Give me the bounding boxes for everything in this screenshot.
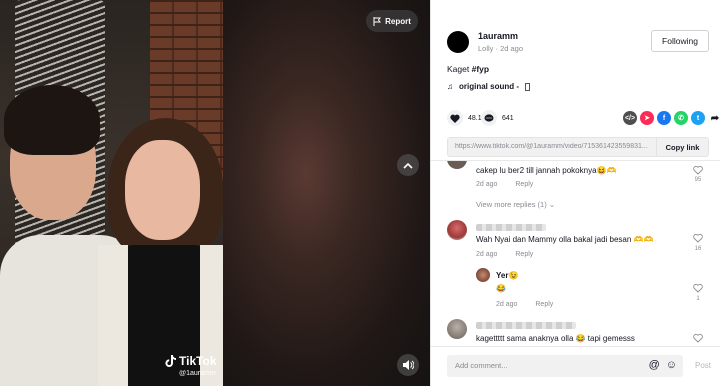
at-mention-icon[interactable]: @ (649, 359, 660, 371)
heart-outline-icon[interactable] (693, 165, 703, 175)
comment-avatar[interactable] (447, 220, 467, 240)
person-right-shirt-left (98, 245, 128, 386)
post-button[interactable]: Post (695, 361, 711, 370)
heart-outline-icon[interactable] (693, 233, 703, 243)
reply-time: 2d ago (496, 301, 518, 308)
emoji-icon[interactable]: ☺ (666, 359, 677, 371)
video-url[interactable]: https://www.tiktok.com/@1auramm/video/71… (455, 143, 650, 150)
speaker-icon (402, 360, 414, 370)
tiktok-watermark: TikTok @1auramm (165, 354, 217, 377)
video-blur-background (223, 0, 430, 386)
comment-count: 641 (502, 114, 514, 122)
reply-author-name[interactable]: Yer😉 (496, 271, 518, 280)
chevron-up-icon (403, 162, 413, 169)
caption-text: Kaget (447, 64, 470, 74)
embed-icon[interactable]: </> (623, 111, 637, 125)
heart-icon (450, 114, 460, 123)
author-avatar[interactable] (447, 31, 469, 53)
report-label: Report (385, 16, 411, 26)
comment-icon (484, 113, 494, 122)
comment-like-count: 16 (694, 246, 702, 252)
comment-text: cakep lu ber2 till jannah pokoknya😆🫶 (476, 166, 617, 175)
comment-placeholder: Add comment... (455, 361, 508, 370)
tiktok-logo-icon (165, 355, 176, 367)
author-username[interactable]: 1auramm (478, 31, 518, 41)
view-more-label: View more replies (1) (476, 200, 547, 209)
video-link-row: https://www.tiktok.com/@1auramm/video/71… (447, 137, 709, 157)
comment-like-count: 95 (694, 177, 702, 183)
comment-text: Wah Nyai dan Mammy olla bakal jadi besan… (476, 235, 654, 244)
author-subline: Lolly · 2d ago (478, 44, 524, 53)
heart-outline-icon[interactable] (693, 283, 703, 293)
comment-meta: 2d ago Reply (476, 181, 533, 188)
comment-time: 2d ago (476, 181, 498, 188)
reply-link[interactable]: Reply (515, 181, 533, 188)
details-panel: 1auramm Lolly · 2d ago Following Kaget #… (430, 0, 720, 386)
comment-avatar[interactable] (447, 319, 467, 339)
share-arrow-icon[interactable]: ➦ (708, 111, 720, 125)
sound-placeholder-glyph (525, 82, 530, 91)
sound-link[interactable]: ♫ original sound - (447, 82, 530, 91)
comment-author-redacted (476, 224, 546, 231)
previous-video-button[interactable] (397, 154, 419, 176)
video-caption: Kaget #fyp (447, 64, 489, 74)
video-frame[interactable] (0, 0, 223, 386)
view-more-replies[interactable]: View more replies (1) ⌄ (476, 200, 555, 209)
sound-label: original sound - (459, 82, 519, 91)
comment-meta: 2d ago Reply (476, 251, 533, 258)
reply-link[interactable]: Reply (535, 301, 553, 308)
report-button[interactable]: Report (366, 10, 418, 32)
heart-outline-icon[interactable] (693, 333, 703, 343)
reply-like-count: 1 (696, 296, 700, 302)
music-note-icon: ♫ (447, 82, 453, 91)
person-right-face (125, 140, 200, 240)
video-panel[interactable]: TikTok @1auramm Report (0, 0, 430, 386)
volume-button[interactable] (397, 354, 419, 376)
comment-footer: Add comment... @ ☺ Post (431, 346, 720, 386)
input-icons: @ ☺ (649, 359, 677, 371)
like-button[interactable] (447, 110, 463, 126)
author-header: 1auramm Lolly · 2d ago Following (447, 30, 712, 60)
comment-list[interactable]: cakep lu ber2 till jannah pokoknya😆🫶 2d … (431, 160, 720, 346)
app-root: TikTok @1auramm Report 1auramm Lolly · 2… (0, 0, 720, 386)
watermark-handle: @1auramm (179, 370, 216, 377)
person-left-hair (4, 85, 100, 155)
reply-meta: 2d ago Reply (496, 301, 553, 308)
watermark-brand: TikTok (179, 354, 217, 368)
comment-time: 2d ago (476, 251, 498, 258)
comment-input[interactable]: Add comment... @ ☺ (447, 355, 683, 377)
caption-hashtag[interactable]: #fyp (472, 64, 489, 74)
send-icon[interactable]: ➤ (640, 111, 654, 125)
reply-text: 😂 (496, 284, 506, 293)
chevron-down-icon: ⌄ (548, 200, 556, 209)
following-button[interactable]: Following (651, 30, 709, 52)
comment-text: kagettttt sama anaknya olla 😂 tapi gemes… (476, 334, 635, 343)
flag-icon (373, 16, 382, 26)
comment-author-redacted (476, 322, 576, 329)
facebook-icon[interactable]: f (657, 111, 671, 125)
twitter-icon[interactable]: t (691, 111, 705, 125)
reply-avatar[interactable] (476, 268, 490, 282)
whatsapp-icon[interactable]: ✆ (674, 111, 688, 125)
comment-action[interactable]: 641 (481, 110, 514, 126)
reply-link[interactable]: Reply (515, 251, 533, 258)
action-bar: 48.1K 641 </> ➤ f ✆ t ➦ (447, 110, 720, 128)
comment-avatar[interactable] (447, 161, 467, 169)
copy-link-button[interactable]: Copy link (656, 138, 708, 156)
comment-button[interactable] (481, 110, 497, 126)
